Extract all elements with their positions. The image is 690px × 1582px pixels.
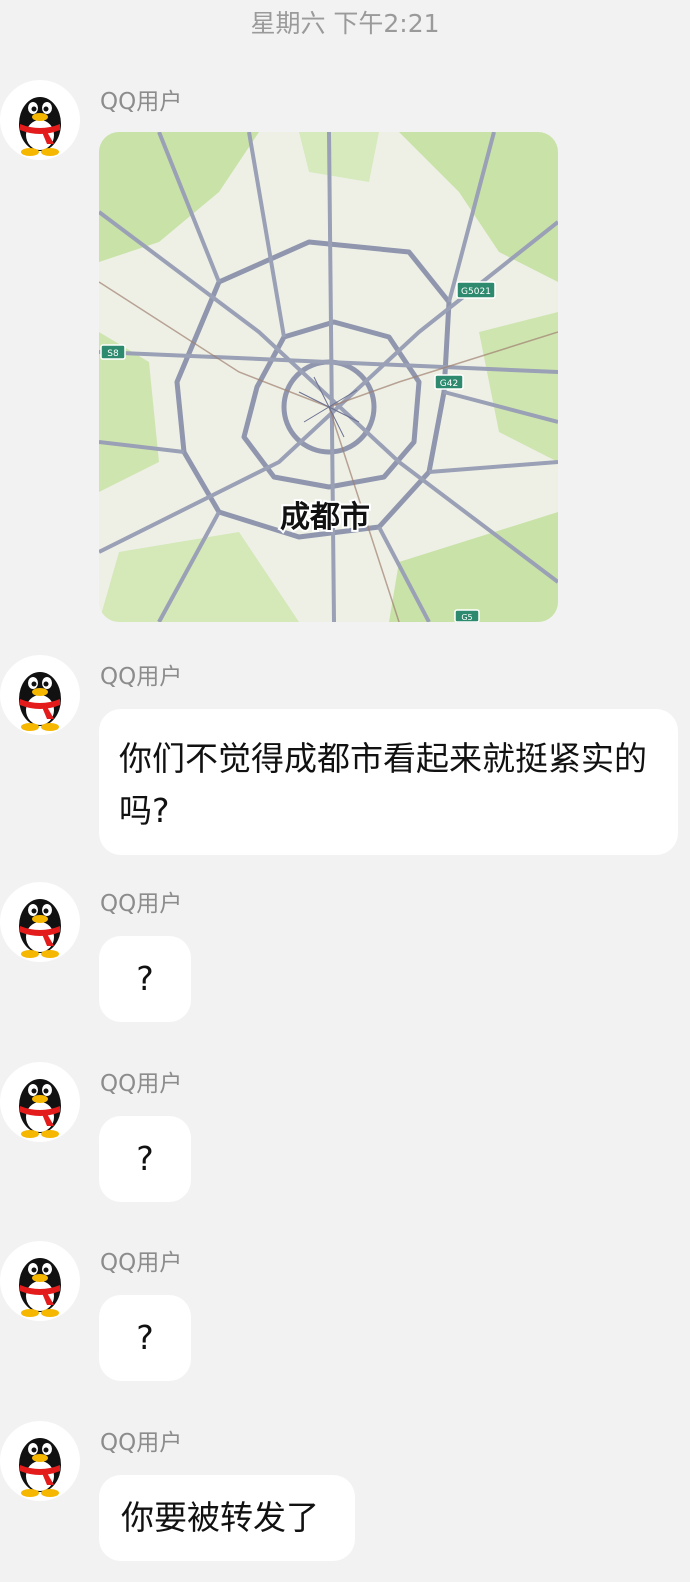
message-bubble[interactable]: 你们不觉得成都市看起来就挺紧实的吗? bbox=[99, 709, 678, 855]
avatar[interactable] bbox=[0, 1421, 80, 1501]
chat-timestamp: 星期六 下午2:21 bbox=[250, 9, 440, 38]
avatar[interactable] bbox=[0, 882, 80, 962]
sender-name: QQ用户 bbox=[100, 1250, 183, 1276]
qq-penguin-icon bbox=[19, 672, 61, 731]
sender-name: QQ用户 bbox=[100, 1071, 183, 1097]
sender-name: QQ用户 bbox=[100, 664, 183, 690]
sender-name: QQ用户 bbox=[100, 891, 183, 917]
qq-penguin-icon bbox=[19, 1079, 61, 1138]
avatar[interactable] bbox=[0, 1062, 80, 1142]
shield-label: G5 bbox=[461, 613, 472, 622]
shield-label: G42 bbox=[440, 379, 458, 389]
message-bubble[interactable]: ? bbox=[99, 936, 191, 1022]
map-image[interactable]: S8 G5021 G42 G5 成都市 bbox=[99, 132, 558, 622]
qq-penguin-icon bbox=[19, 899, 61, 958]
avatar[interactable] bbox=[0, 655, 80, 735]
shield-label: G5021 bbox=[461, 287, 491, 297]
message-bubble[interactable]: 你要被转发了 bbox=[99, 1475, 355, 1561]
map-city-label: 成都市 bbox=[280, 500, 370, 535]
avatar[interactable] bbox=[0, 80, 80, 160]
sender-name: QQ用户 bbox=[100, 89, 183, 115]
sender-name: QQ用户 bbox=[100, 1430, 183, 1456]
qq-penguin-icon bbox=[19, 1438, 61, 1497]
shield-label: S8 bbox=[107, 349, 119, 359]
qq-penguin-icon bbox=[19, 97, 61, 156]
avatar[interactable] bbox=[0, 1241, 80, 1321]
message-bubble[interactable]: ? bbox=[99, 1295, 191, 1381]
message-bubble[interactable]: ? bbox=[99, 1116, 191, 1202]
qq-penguin-icon bbox=[19, 1258, 61, 1317]
